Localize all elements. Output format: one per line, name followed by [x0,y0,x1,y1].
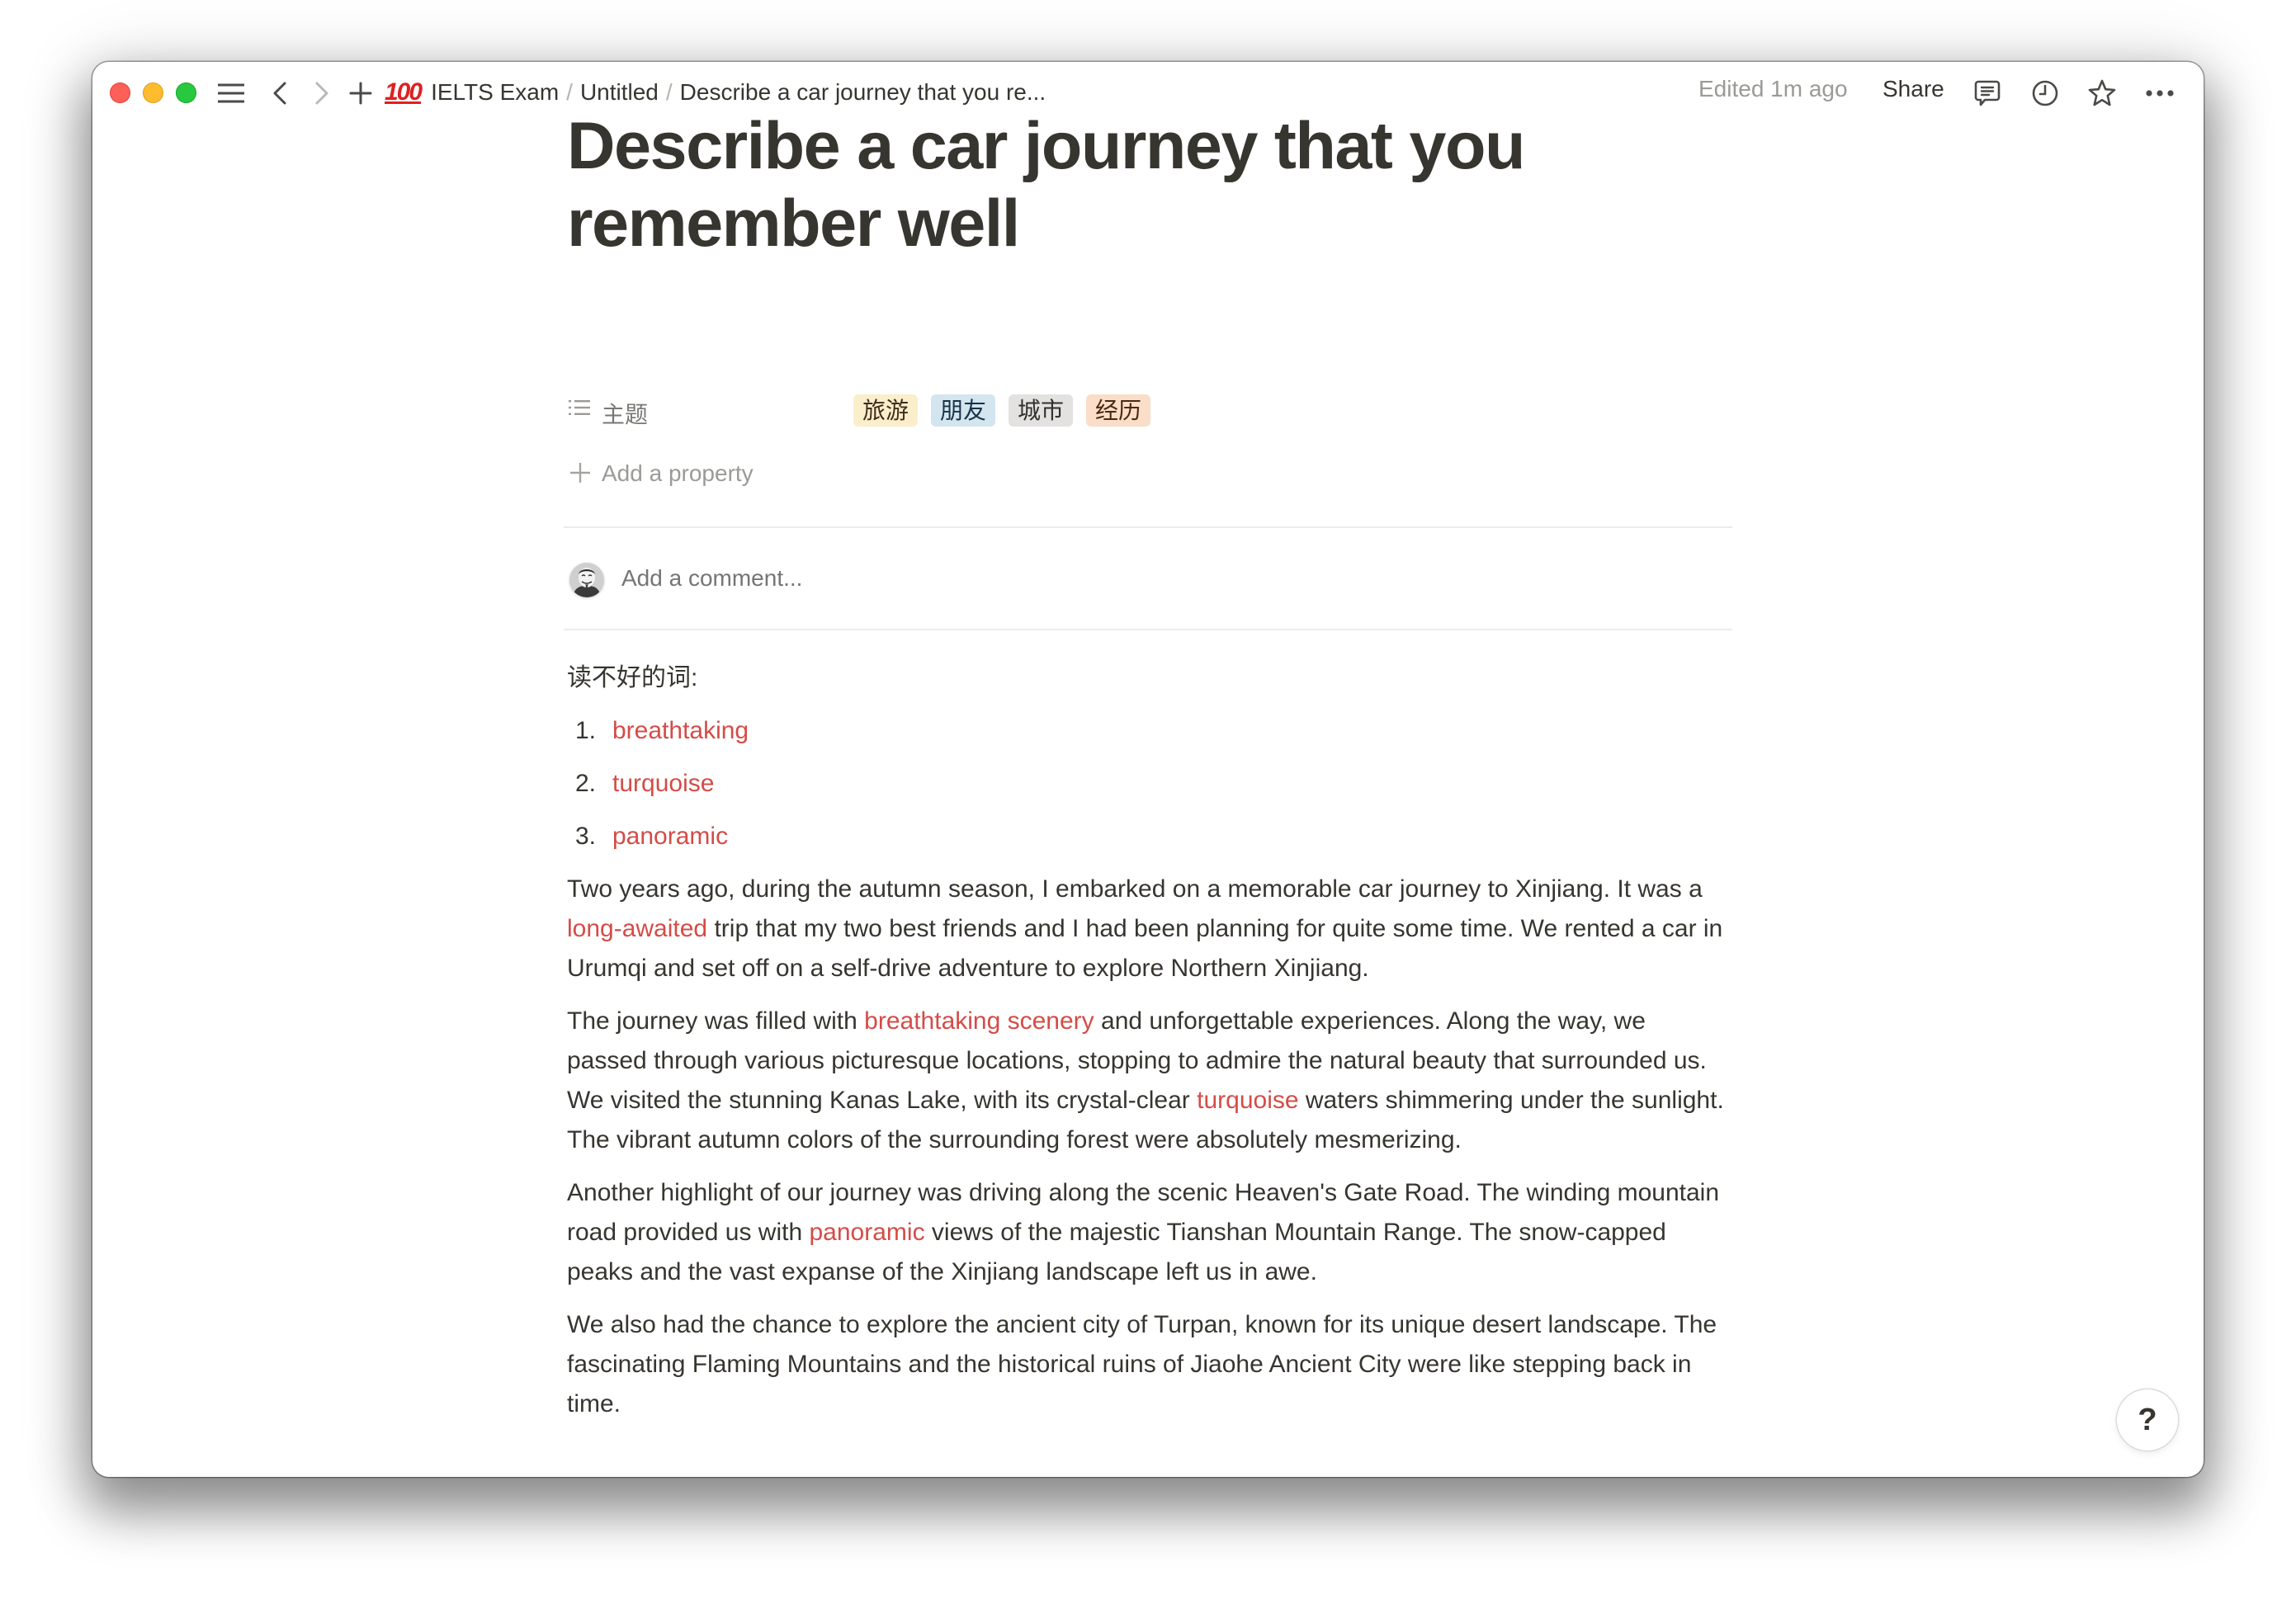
divider [564,526,1732,528]
property-label: 主题 [602,402,649,427]
hard-words-heading[interactable]: 读不好的词: [567,658,1731,698]
comment-row [564,549,1732,613]
text-run: We also had the chance to explore the an… [567,1311,1717,1417]
text-run: trip that my two best friends and I had … [567,915,1723,982]
list-item[interactable]: 3. panoramic [567,817,1731,856]
breadcrumb-item-current-page[interactable]: Describe a car journey that you re... [680,79,1046,106]
hundred-points-emoji-icon: 100 [385,78,423,106]
list-icon [569,399,592,421]
breadcrumb-item-untitled[interactable]: Untitled [580,79,659,106]
forward-button[interactable] [309,77,334,110]
property-row-topic[interactable]: 主题 旅游 朋友 城市 经历 [564,390,1732,430]
zoom-window-button[interactable] [176,83,196,103]
highlighted-word: turquoise [1197,1087,1299,1114]
breadcrumb: 100 IELTS Exam / Untitled / Describe a c… [385,75,1046,110]
more-horizontal-icon [2145,89,2175,97]
breadcrumb-separator: / [566,79,573,105]
back-button[interactable] [267,77,292,110]
hamburger-menu-icon [218,83,244,104]
chevron-right-icon [314,82,329,105]
app-window: 100 IELTS Exam / Untitled / Describe a c… [92,62,2204,1477]
plus-icon [569,461,592,488]
plus-icon [349,82,372,105]
updates-button[interactable] [2029,77,2061,110]
paragraph[interactable]: The journey was filled with breathtaking… [567,1002,1731,1160]
tag-city[interactable]: 城市 [1009,394,1074,427]
list-item[interactable]: 1. breathtaking [567,711,1731,751]
breadcrumb-item-ielts-exam[interactable]: IELTS Exam [431,79,559,106]
highlighted-word: panoramic [809,1219,925,1246]
highlighted-word: breathtaking scenery [864,1007,1094,1035]
help-button[interactable]: ? [2117,1389,2178,1450]
paragraph[interactable]: Another highlight of our journey was dri… [567,1173,1731,1292]
more-options-button[interactable] [2143,77,2176,110]
list-number: 3. [575,823,597,850]
minimize-window-button[interactable] [143,83,163,103]
divider [564,629,1732,630]
user-avatar [569,563,604,597]
hard-word: turquoise [612,770,715,797]
highlighted-word: long-awaited [567,915,708,942]
list-number: 2. [575,770,597,797]
hard-word: breathtaking [612,717,749,744]
star-icon [2087,78,2117,108]
text-run: Two years ago, during the autumn season,… [567,875,1703,903]
hard-word: panoramic [612,823,729,850]
tag-experience[interactable]: 经历 [1086,394,1151,427]
clock-icon [2031,79,2059,107]
add-comment-input[interactable] [621,565,1447,592]
list-number: 1. [575,717,597,744]
list-item[interactable]: 2. turquoise [567,764,1731,804]
breadcrumb-separator: / [665,79,673,105]
text-run: The journey was filled with [567,1007,865,1035]
sidebar-menu-button[interactable] [216,77,246,110]
comment-icon [1973,79,2001,107]
paragraph[interactable]: Two years ago, during the autumn season,… [567,870,1731,988]
tag-travel[interactable]: 旅游 [853,394,919,427]
paragraph[interactable]: We also had the chance to explore the an… [567,1305,1731,1424]
favorite-button[interactable] [2086,77,2118,110]
property-tags[interactable]: 旅游 朋友 城市 经历 [853,394,1151,427]
add-property-label: Add a property [602,460,754,486]
question-mark-icon: ? [2138,1402,2157,1437]
new-page-button[interactable] [347,77,374,110]
share-button[interactable]: Share [1883,76,1944,102]
last-edited-status: Edited 1m ago [1698,76,1848,101]
comments-button[interactable] [1972,77,2003,110]
page-title[interactable]: Describe a car journey that you remember… [567,107,1640,262]
hard-words-list: 1. breathtaking 2. turquoise 3. panorami… [567,711,1731,856]
chevron-left-icon [272,82,287,105]
close-window-button[interactable] [110,83,130,103]
tag-friends[interactable]: 朋友 [931,394,996,427]
page-body: 读不好的词: 1. breathtaking 2. turquoise 3. p… [567,658,1731,1437]
